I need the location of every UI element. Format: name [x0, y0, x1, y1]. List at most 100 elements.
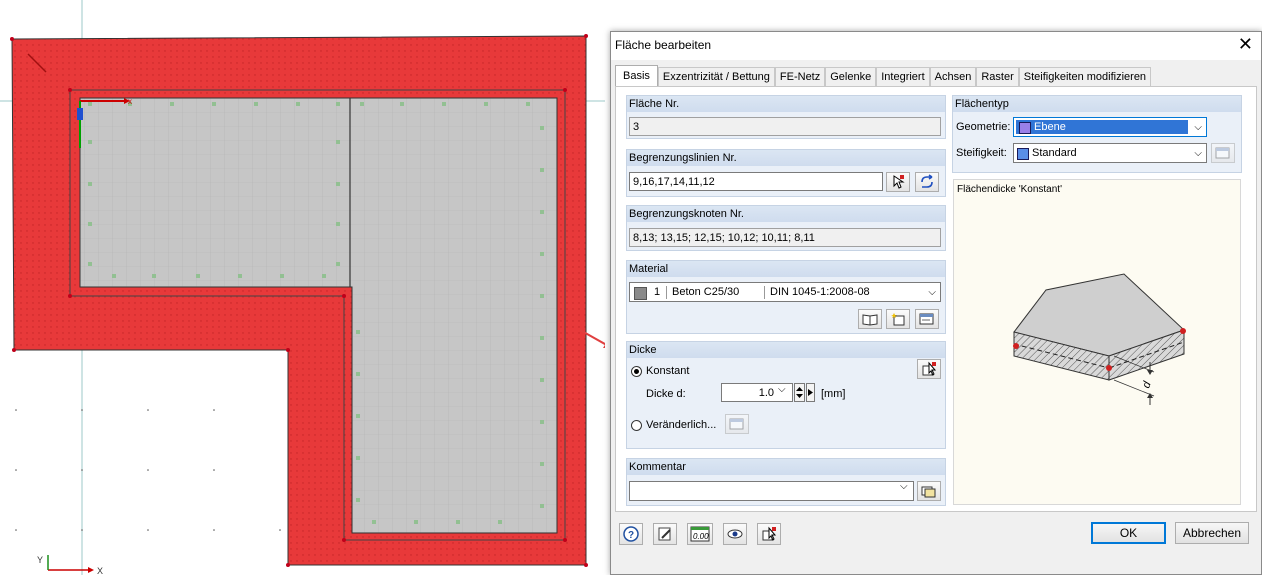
material-norm: DIN 1045-1:2008-08 [770, 286, 870, 298]
pick-cursor-icon [762, 526, 777, 541]
help-button[interactable]: ? [619, 523, 643, 545]
steifigkeit-edit-button[interactable] [1211, 143, 1235, 163]
group-flaeche-nr: Fläche Nr. 3 [626, 95, 946, 139]
grid-dots [15, 409, 281, 531]
group-heading: Begrenzungslinien Nr. [627, 150, 945, 166]
dicke-label: Dicke d: [646, 388, 686, 400]
edit-dialog-icon [1215, 147, 1230, 159]
tab-gelenke[interactable]: Gelenke [825, 67, 877, 86]
group-flaechentyp: Flächentyp Geometrie: Ebene ⌵ Steifigkei… [952, 95, 1242, 173]
book-icon [862, 314, 878, 326]
edit-dialog-icon [919, 313, 934, 325]
edit-surface-dialog: Fläche bearbeiten ✕ Basis Exzentrizität … [610, 31, 1262, 575]
group-heading: Begrenzungsknoten Nr. [627, 206, 945, 222]
geometrie-select[interactable]: Ebene ⌵ [1013, 117, 1207, 137]
veraenderlich-edit-button[interactable] [725, 414, 749, 434]
geometrie-label: Geometrie: [956, 121, 1011, 133]
model-canvas[interactable]: x X Y [0, 0, 605, 575]
geometrie-color-swatch [1019, 122, 1031, 134]
begrenzungslinien-input[interactable]: 9,16,17,14,11,12 [629, 172, 883, 191]
preview-dim-label: d [1140, 379, 1154, 390]
tab-basis[interactable]: Basis [615, 65, 658, 86]
tab-steifigkeiten[interactable]: Steifigkeiten modifizieren [1018, 67, 1152, 86]
arrow-right-icon [808, 389, 813, 396]
units-decimals-button[interactable]: 0.00 [687, 523, 713, 545]
tab-panel-basis: Fläche Nr. 3 Begrenzungslinien Nr. 9,16,… [615, 86, 1257, 512]
dialog-titlebar: Fläche bearbeiten ✕ [611, 32, 1261, 60]
group-kommentar: Kommentar ⌵ [626, 458, 946, 506]
edit-material-button[interactable] [915, 309, 939, 329]
select-loop-button[interactable] [915, 172, 939, 192]
steifigkeit-select[interactable]: Standard ⌵ [1013, 143, 1207, 163]
kommentar-library-button[interactable] [917, 481, 941, 501]
thickness-illustration: d [1013, 273, 1186, 405]
chevron-down-icon: ⌵ [1194, 148, 1202, 159]
cancel-button[interactable]: Abbrechen [1175, 522, 1249, 544]
chevron-down-icon[interactable]: ⌵ [778, 384, 786, 395]
material-select[interactable]: 1 Beton C25/30 DIN 1045-1:2008-08 ⌵ [629, 282, 941, 302]
group-heading: Fläche Nr. [627, 96, 945, 112]
spinner-arrows-icon [796, 387, 803, 398]
svg-text:x: x [128, 97, 132, 106]
group-material: Material 1 Beton C25/30 DIN 1045-1:2008-… [626, 260, 946, 334]
close-icon[interactable]: ✕ [1238, 34, 1253, 55]
dicke-pick-button[interactable] [917, 359, 941, 379]
tab-exzentrizitaet[interactable]: Exzentrizität / Bettung [657, 67, 775, 86]
chevron-down-icon: ⌵ [928, 287, 936, 298]
thickness-preview-panel: Flächendicke 'Konstant' d [953, 179, 1241, 505]
pick-lines-button[interactable] [886, 172, 910, 192]
edit-pencil-icon [658, 527, 671, 541]
view-button[interactable] [723, 523, 747, 545]
chevron-down-icon: ⌵ [1194, 122, 1202, 133]
eye-icon [727, 529, 743, 539]
svg-text:0.00: 0.00 [693, 532, 709, 541]
radio-konstant[interactable] [631, 366, 642, 377]
group-dicke: Dicke Konstant Dicke d: 1.0 ⌵ [mm] Verän… [626, 341, 946, 449]
new-material-button[interactable] [886, 309, 910, 329]
kommentar-input[interactable] [629, 481, 914, 501]
tab-fe-netz[interactable]: FE-Netz [774, 67, 826, 86]
preview-caption: Flächendicke 'Konstant' [957, 184, 1062, 195]
group-heading: Dicke [627, 342, 945, 358]
group-begrenzungslinien: Begrenzungslinien Nr. 9,16,17,14,11,12 [626, 149, 946, 197]
dicke-unit: [mm] [821, 388, 846, 400]
edit-input-button[interactable] [653, 523, 677, 545]
radio-konstant-label: Konstant [646, 365, 690, 377]
global-axis-icon: X Y [37, 555, 103, 575]
tab-raster[interactable]: Raster [976, 67, 1019, 86]
pick-thickness-icon [922, 361, 937, 376]
group-heading: Kommentar [627, 459, 945, 475]
tab-achsen[interactable]: Achsen [929, 67, 977, 86]
dialog-title: Fläche bearbeiten [615, 38, 712, 52]
flaeche-nr-field: 3 [629, 117, 941, 136]
material-name: Beton C25/30 [672, 286, 740, 298]
dicke-arrow-button[interactable] [806, 383, 815, 402]
comment-library-icon [921, 486, 936, 498]
new-item-icon [891, 313, 905, 326]
group-begrenzungsknoten: Begrenzungsknoten Nr. 8,13; 13,15; 12,15… [626, 205, 946, 251]
tab-integriert[interactable]: Integriert [876, 67, 930, 86]
loop-arrow-icon [921, 174, 933, 188]
dicke-spinner[interactable] [794, 383, 805, 402]
steifigkeit-value: Standard [1032, 147, 1077, 159]
radio-veraenderlich[interactable] [631, 420, 642, 431]
svg-text:?: ? [628, 530, 634, 541]
begrenzungsknoten-field: 8,13; 13,15; 12,15; 10,12; 10,11; 8,11 [629, 228, 941, 247]
material-color-swatch [634, 287, 647, 300]
pick-from-model-button[interactable] [757, 523, 781, 545]
tab-strip: Basis Exzentrizität / Bettung FE-Netz Ge… [615, 65, 1152, 87]
edit-dialog-icon [729, 418, 744, 430]
group-heading: Material [627, 261, 945, 277]
material-library-button[interactable] [858, 309, 882, 329]
ok-button[interactable]: OK [1091, 522, 1166, 544]
steifigkeit-color-swatch [1017, 148, 1029, 160]
decimal-places-icon: 0.00 [690, 526, 710, 542]
radio-veraenderlich-label: Veränderlich... [646, 419, 717, 431]
steifigkeit-label: Steifigkeit: [956, 147, 1007, 159]
help-icon: ? [623, 526, 639, 542]
material-number: 1 [654, 286, 661, 298]
svg-text:X: X [97, 566, 103, 575]
svg-text:Y: Y [37, 555, 43, 565]
chevron-down-icon[interactable]: ⌵ [900, 481, 908, 492]
pick-cursor-icon [893, 175, 905, 189]
